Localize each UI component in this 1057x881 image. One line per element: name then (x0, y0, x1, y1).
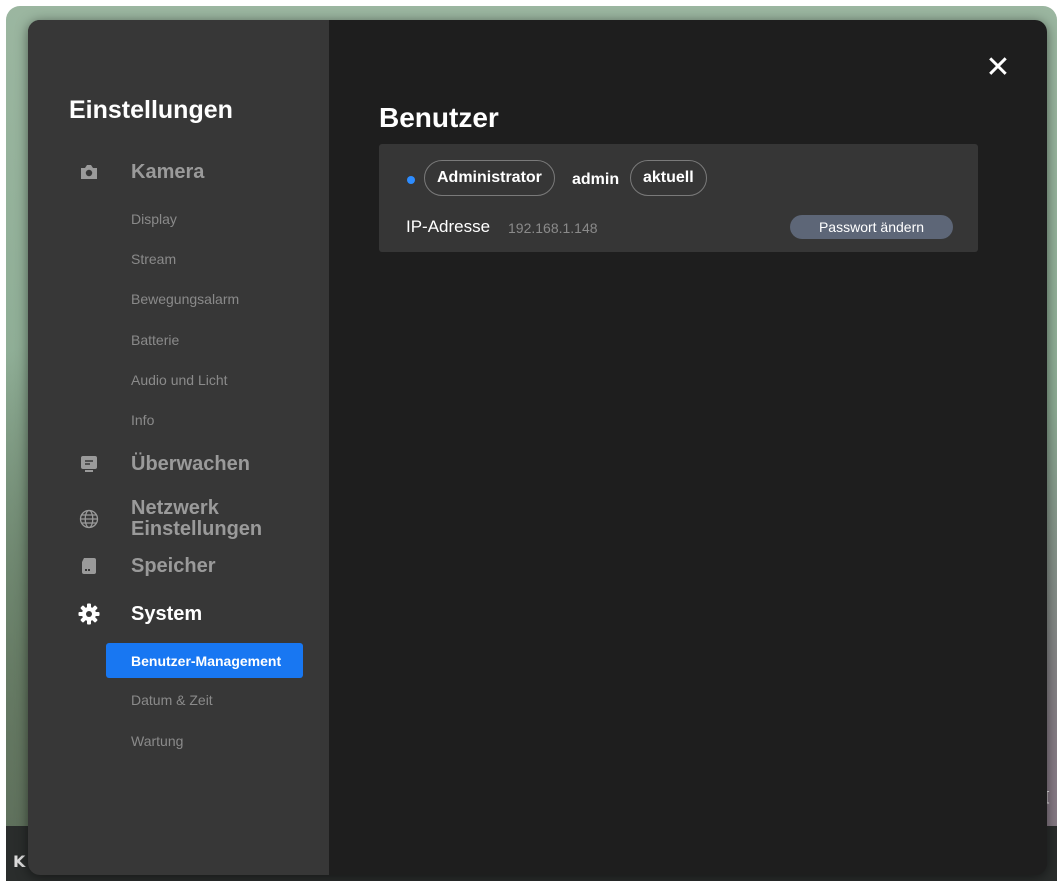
close-icon[interactable]: ✕ (984, 53, 1012, 83)
sidebar-section-label: Speicher (131, 554, 216, 577)
sidebar-section-ueberwachen[interactable]: Überwachen (28, 452, 329, 476)
skip-back-icon[interactable]: K (13, 852, 25, 871)
sidebar-item-display[interactable]: Display (131, 211, 177, 227)
sidebar-section-kamera[interactable]: Kamera (28, 160, 329, 184)
sidebar-section-system[interactable]: System (28, 602, 329, 626)
sidebar-item-batterie[interactable]: Batterie (131, 332, 179, 348)
sidebar-item-bewegungsalarm[interactable]: Bewegungsalarm (131, 291, 239, 307)
gear-icon (78, 603, 100, 625)
role-badge: Administrator (424, 160, 555, 196)
sidebar-item-info[interactable]: Info (131, 412, 154, 428)
sidebar-title: Einstellungen (69, 96, 233, 124)
sidebar-item-stream[interactable]: Stream (131, 251, 176, 267)
sidebar-item-audio-und-licht[interactable]: Audio und Licht (131, 372, 228, 388)
sidebar-item-benutzer-management[interactable]: Benutzer-Management (106, 643, 303, 678)
sidebar-section-label: System (131, 602, 203, 625)
ip-address-label: IP-Adresse (406, 217, 491, 236)
settings-dialog: Einstellungen Kamera Display Stream Bewe… (28, 20, 1047, 875)
sd-card-icon (78, 555, 100, 577)
monitor-icon (78, 453, 100, 475)
sidebar-section-netzwerk-einstellungen[interactable]: Netzwerk Einstellungen (28, 498, 329, 540)
sidebar-section-label-line1: Netzwerk (131, 497, 219, 519)
sidebar-section-speicher[interactable]: Speicher (28, 554, 329, 578)
user-card: Administrator admin aktuell IP-Adresse 1… (379, 144, 978, 252)
sidebar-section-label-line2: Einstellungen (131, 518, 263, 540)
settings-sidebar: Einstellungen Kamera Display Stream Bewe… (28, 20, 329, 875)
globe-icon (78, 508, 100, 530)
camera-icon (78, 161, 100, 183)
sidebar-section-label: Kamera (131, 160, 205, 183)
ip-address-value: 192.168.1.148 (508, 220, 598, 236)
sidebar-section-label: Überwachen (131, 452, 250, 475)
current-user-badge: aktuell (630, 160, 707, 196)
page-title: Benutzer (379, 102, 499, 133)
change-password-button[interactable]: Passwort ändern (790, 215, 953, 239)
online-status-dot (407, 176, 415, 184)
sidebar-item-datum-zeit[interactable]: Datum & Zeit (131, 692, 213, 708)
username: admin (572, 171, 620, 188)
sidebar-item-wartung[interactable]: Wartung (131, 733, 183, 749)
